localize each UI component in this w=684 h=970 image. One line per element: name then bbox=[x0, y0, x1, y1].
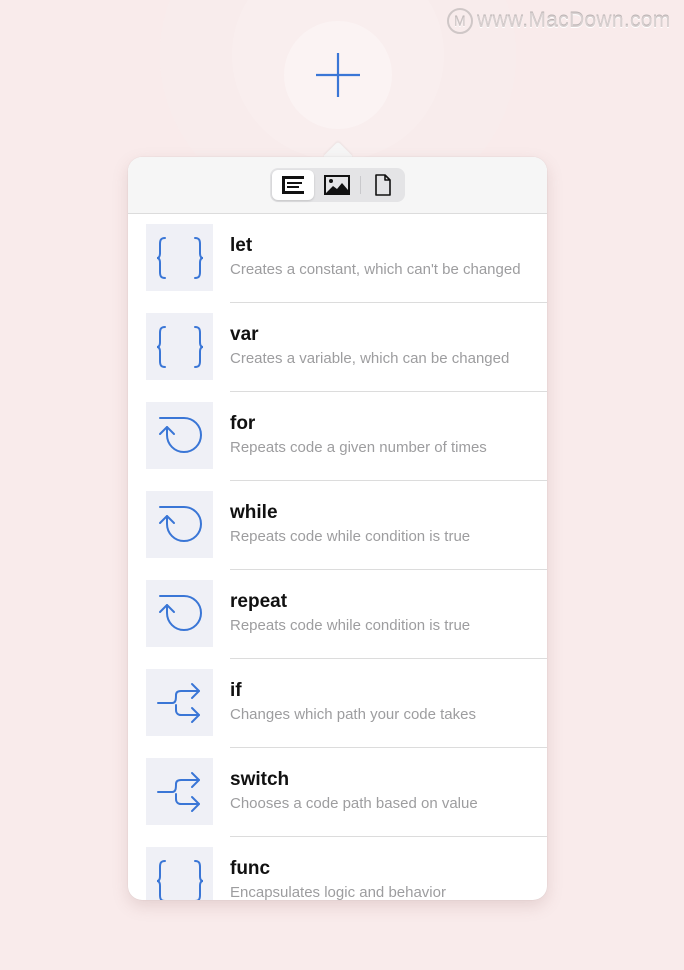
popover-header bbox=[128, 157, 547, 214]
snippet-item-if[interactable]: if Changes which path your code takes bbox=[128, 659, 547, 748]
snippet-item-repeat[interactable]: repeat Repeats code while condition is tr… bbox=[128, 570, 547, 659]
snippet-title: while bbox=[230, 502, 278, 523]
snippet-icon-tile bbox=[146, 313, 213, 380]
snippet-title: repeat bbox=[230, 591, 288, 612]
snippet-icon-tile bbox=[146, 847, 213, 900]
snippet-item-func[interactable]: func Encapsulates logic and behavior bbox=[128, 837, 547, 900]
snippet-icon-tile bbox=[146, 491, 213, 558]
branch-icon bbox=[156, 771, 200, 812]
snippet-description: Repeats code while condition is true bbox=[230, 528, 471, 545]
tab-media[interactable] bbox=[316, 170, 358, 200]
image-icon bbox=[324, 175, 350, 195]
snippet-item-let[interactable]: let Creates a constant, which can't be ch… bbox=[128, 214, 547, 303]
snippet-title: let bbox=[230, 235, 253, 256]
braces-icon bbox=[156, 325, 203, 368]
document-icon bbox=[375, 174, 391, 196]
loop-icon bbox=[158, 416, 202, 453]
segment-divider bbox=[360, 176, 361, 194]
snippet-title: for bbox=[230, 413, 256, 434]
snippet-icon-tile bbox=[146, 580, 213, 647]
library-segmented-control bbox=[270, 168, 405, 202]
snippet-item-while[interactable]: while Repeats code while condition is tru… bbox=[128, 481, 547, 570]
snippet-description: Creates a constant, which can't be chang… bbox=[230, 261, 521, 278]
snippet-title: func bbox=[230, 858, 271, 879]
snippet-icon-tile bbox=[146, 758, 213, 825]
braces-icon bbox=[156, 236, 203, 279]
add-button[interactable] bbox=[284, 21, 392, 129]
snippet-title: if bbox=[230, 680, 242, 701]
watermark-text: www.MacDown.com bbox=[477, 9, 671, 32]
snippet-item-switch[interactable]: switch Chooses a code path based on value bbox=[128, 748, 547, 837]
braces-icon bbox=[156, 859, 203, 900]
library-popover: let Creates a constant, which can't be ch… bbox=[128, 157, 547, 900]
snippet-description: Changes which path your code takes bbox=[230, 706, 476, 723]
loop-icon bbox=[158, 594, 202, 631]
snippet-item-for[interactable]: for Repeats code a given number of times bbox=[128, 392, 547, 481]
snippet-item-var[interactable]: var Creates a variable, which can be chan… bbox=[128, 303, 547, 392]
snippet-list: let Creates a constant, which can't be ch… bbox=[128, 214, 547, 900]
snippet-title: var bbox=[230, 324, 259, 345]
snippet-title: switch bbox=[230, 769, 290, 790]
plus-icon bbox=[316, 53, 360, 97]
snippet-icon-tile bbox=[146, 402, 213, 469]
tab-code-snippets[interactable] bbox=[272, 170, 314, 200]
watermark: M www.MacDown.com bbox=[447, 6, 671, 36]
loop-icon bbox=[158, 505, 202, 542]
snippet-description: Creates a variable, which can be changed bbox=[230, 350, 510, 367]
snippet-description: Repeats code while condition is true bbox=[230, 617, 471, 634]
tab-files[interactable] bbox=[362, 170, 404, 200]
snippet-icon-tile bbox=[146, 669, 213, 736]
text-align-left-icon bbox=[282, 176, 304, 194]
snippet-description: Repeats code a given number of times bbox=[230, 439, 487, 456]
branch-icon bbox=[156, 682, 200, 723]
snippet-description: Chooses a code path based on value bbox=[230, 795, 478, 812]
snippet-icon-tile bbox=[146, 224, 213, 291]
watermark-logo-icon: M bbox=[447, 8, 473, 34]
snippet-description: Encapsulates logic and behavior bbox=[230, 884, 446, 900]
